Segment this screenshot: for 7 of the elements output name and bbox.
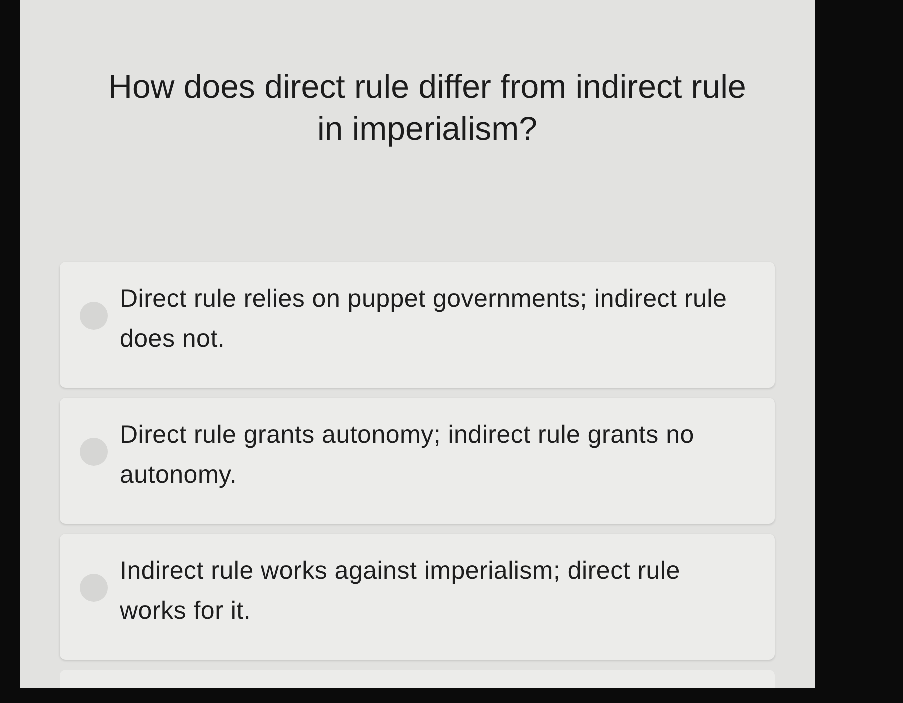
answer-option[interactable]: Indirect rule works against imperialism; direct rule works for it. bbox=[60, 534, 775, 660]
question-text: How does direct rule differ from indirect rule in imperialism? bbox=[108, 67, 748, 149]
answer-option[interactable]: Direct rule relies on puppet governments; indirect rule does not. bbox=[60, 262, 775, 388]
option-text: Direct rule grants autonomy; indirect rule grants no autonomy. bbox=[120, 420, 696, 491]
option-text: Direct rule relies on puppet governments; indirect rule does not. bbox=[120, 284, 728, 355]
answer-option[interactable]: Direct rule grants autonomy; indirect rule grants no autonomy. bbox=[60, 398, 775, 524]
option-text: Indirect rule works against imperialism; direct rule works for it. bbox=[120, 556, 682, 627]
